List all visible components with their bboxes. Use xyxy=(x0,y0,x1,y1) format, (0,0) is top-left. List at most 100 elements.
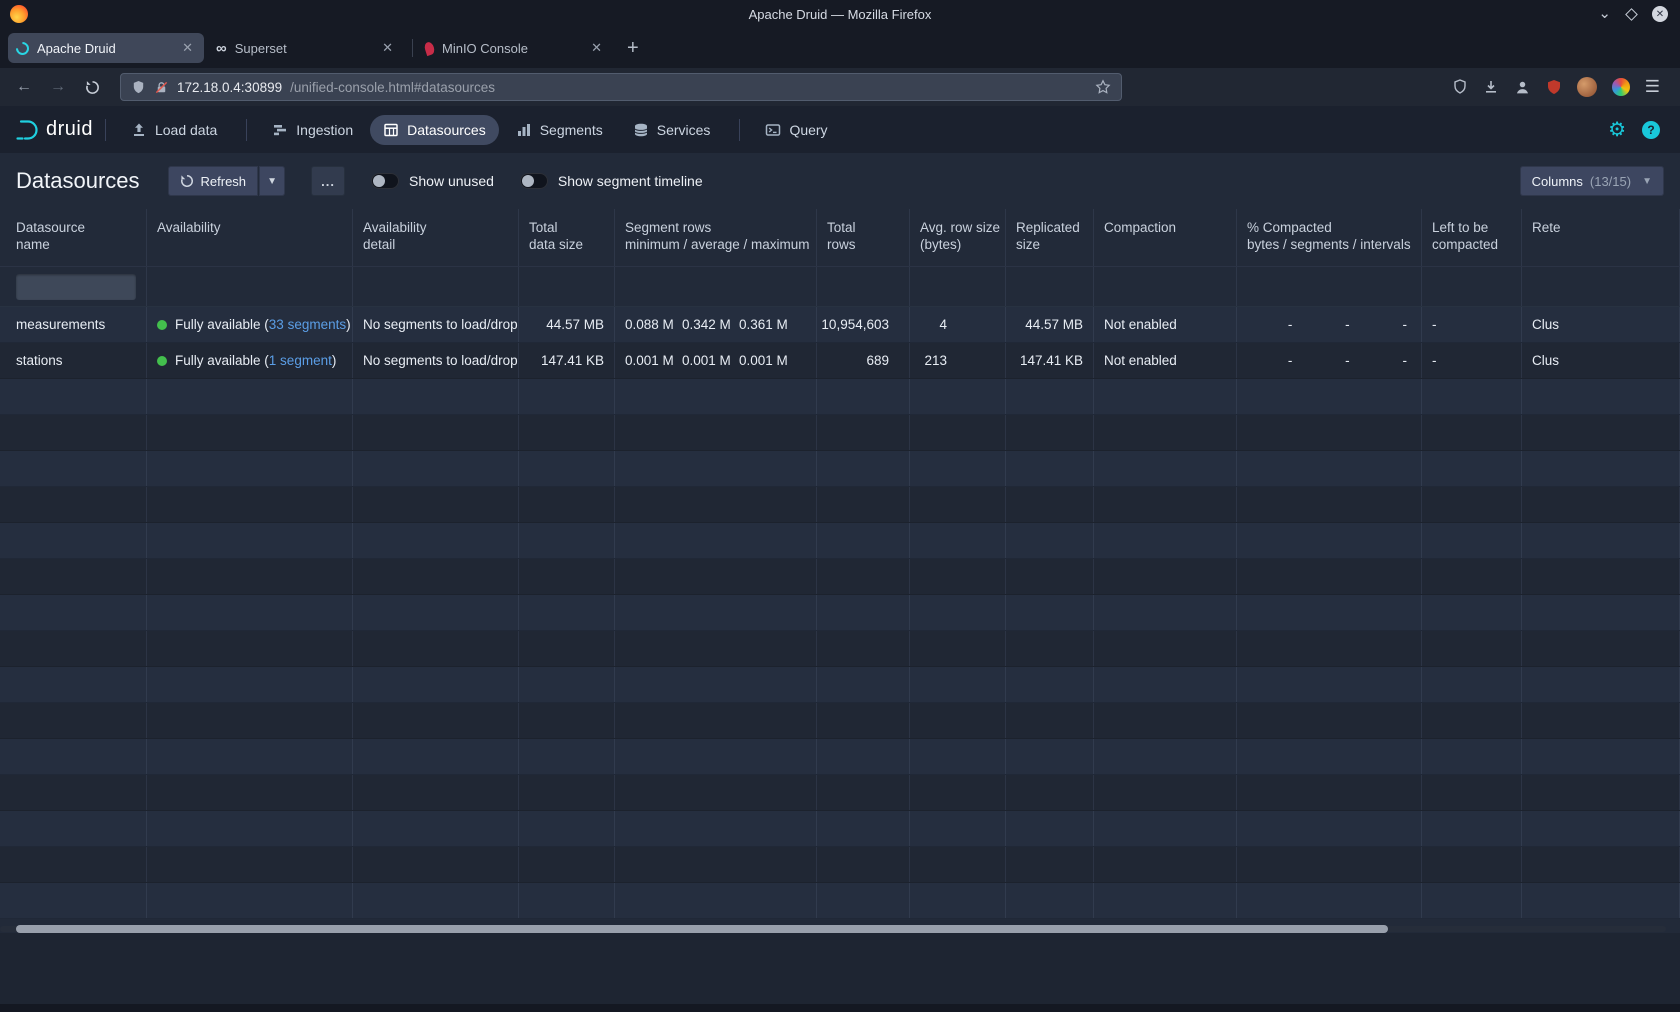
empty-cell xyxy=(615,739,817,774)
empty-cell xyxy=(910,379,1006,414)
refresh-label: Refresh xyxy=(201,174,247,189)
datasource-row[interactable]: stationsFully available (1 segment)No se… xyxy=(0,343,1680,379)
close-icon[interactable]: ✕ xyxy=(1652,6,1668,22)
empty-cell xyxy=(0,631,147,666)
menu-button[interactable]: ☰ xyxy=(1645,77,1660,97)
nav-datasources[interactable]: Datasources xyxy=(370,115,499,145)
nav-load-data[interactable]: Load data xyxy=(118,115,230,145)
refresh-dropdown-button[interactable]: ▼ xyxy=(259,166,285,196)
privacy-shield-icon[interactable] xyxy=(1452,79,1468,95)
empty-cell xyxy=(1237,487,1422,522)
column-header[interactable]: Totaldata size xyxy=(519,209,615,266)
empty-cell xyxy=(817,595,910,630)
segments-link[interactable]: 33 segments xyxy=(269,317,346,332)
brand-text: druid xyxy=(46,118,93,141)
column-header[interactable]: Avg. row size(bytes) xyxy=(910,209,1006,266)
column-header[interactable]: Rete xyxy=(1522,209,1680,266)
refresh-button[interactable]: Refresh xyxy=(168,166,259,196)
reload-button[interactable] xyxy=(78,73,106,101)
downloads-icon[interactable] xyxy=(1483,79,1499,95)
empty-row xyxy=(0,847,1680,883)
insecure-lock-icon[interactable] xyxy=(154,80,169,95)
empty-cell xyxy=(1006,487,1094,522)
column-header[interactable]: Availabilitydetail xyxy=(353,209,519,266)
filter-cell xyxy=(817,267,910,306)
show-segment-timeline-label: Show segment timeline xyxy=(558,173,703,189)
column-header[interactable]: % Compactedbytes / segments / intervals xyxy=(1237,209,1422,266)
tab-apache-druid[interactable]: Apache Druid ✕ xyxy=(8,33,204,63)
empty-cell xyxy=(353,667,519,702)
nav-ingestion[interactable]: Ingestion xyxy=(259,115,366,145)
empty-cell xyxy=(519,739,615,774)
empty-cell xyxy=(353,379,519,414)
tab-close-icon[interactable]: ✕ xyxy=(588,40,605,56)
segment-rows-cell: 0.088 M0.342 M0.361 M xyxy=(615,307,817,342)
empty-cell xyxy=(615,811,817,846)
empty-cell xyxy=(0,739,147,774)
ublock-icon[interactable] xyxy=(1546,79,1562,95)
empty-cell xyxy=(147,415,353,450)
tab-close-icon[interactable]: ✕ xyxy=(379,40,396,56)
empty-row xyxy=(0,379,1680,415)
empty-cell xyxy=(1237,847,1422,882)
column-header[interactable]: Replicatedsize xyxy=(1006,209,1094,266)
column-header[interactable]: Segment rowsminimum / average / maximum xyxy=(615,209,817,266)
total-rows-cell: 689 xyxy=(817,343,910,378)
datasource-filter-input[interactable] xyxy=(16,274,136,300)
column-header[interactable]: Totalrows xyxy=(817,209,910,266)
empty-cell xyxy=(519,883,615,918)
more-actions-button[interactable]: ... xyxy=(311,166,345,196)
nav-services[interactable]: Services xyxy=(620,115,724,145)
empty-row xyxy=(0,703,1680,739)
empty-cell xyxy=(910,811,1006,846)
horizontal-scrollbar[interactable] xyxy=(0,925,1680,933)
column-header[interactable]: Datasourcename xyxy=(0,209,147,266)
column-header[interactable]: Compaction xyxy=(1094,209,1237,266)
empty-cell xyxy=(147,451,353,486)
back-button[interactable]: ← xyxy=(10,73,38,101)
availability-cell: Fully available (1 segment) xyxy=(147,343,353,378)
datasource-row[interactable]: measurementsFully available (33 segments… xyxy=(0,307,1680,343)
tab-minio-console[interactable]: MinIO Console ✕ xyxy=(417,33,613,63)
empty-cell xyxy=(0,559,147,594)
empty-cell xyxy=(1422,883,1522,918)
new-tab-button[interactable]: + xyxy=(627,37,639,60)
divider xyxy=(246,119,247,141)
empty-cell xyxy=(1094,559,1237,594)
filter-cell xyxy=(1522,267,1680,306)
empty-cell xyxy=(615,847,817,882)
empty-cell xyxy=(1522,883,1680,918)
tab-separator xyxy=(412,39,413,57)
avg-row-size-cell: 213 xyxy=(910,343,1006,378)
nav-query[interactable]: Query xyxy=(752,115,840,145)
minimize-icon[interactable]: ⌄ xyxy=(1598,9,1611,19)
bookmark-star-icon[interactable] xyxy=(1095,79,1111,95)
tab-superset[interactable]: ∞ Superset ✕ xyxy=(208,33,404,63)
druid-logo[interactable]: druid xyxy=(14,117,93,143)
extension-icon[interactable] xyxy=(1612,78,1630,96)
filter-cell xyxy=(1094,267,1237,306)
segments-link[interactable]: 1 segment xyxy=(269,353,332,368)
table-body: measurementsFully available (33 segments… xyxy=(0,307,1680,919)
show-segment-timeline-toggle[interactable] xyxy=(520,173,548,189)
show-unused-toggle[interactable] xyxy=(371,173,399,189)
column-header[interactable]: Left to becompacted xyxy=(1422,209,1522,266)
url-bar[interactable]: 172.18.0.4:30899/unified-console.html#da… xyxy=(120,73,1122,101)
profile-avatar[interactable] xyxy=(1577,77,1597,97)
nav-segments[interactable]: Segments xyxy=(503,115,616,145)
column-header[interactable]: Availability xyxy=(147,209,353,266)
empty-cell xyxy=(147,631,353,666)
help-icon[interactable]: ? xyxy=(1642,121,1660,139)
forward-button[interactable]: → xyxy=(44,73,72,101)
toggle-knob xyxy=(373,175,385,187)
scrollbar-thumb[interactable] xyxy=(16,925,1388,933)
tab-close-icon[interactable]: ✕ xyxy=(179,40,196,56)
settings-gear-icon[interactable]: ⚙ xyxy=(1608,120,1626,140)
columns-button[interactable]: Columns (13/15) ▼ xyxy=(1520,166,1664,196)
compaction-cell: Not enabled xyxy=(1094,307,1237,342)
maximize-icon[interactable] xyxy=(1625,8,1638,21)
window-title: Apache Druid — Mozilla Firefox xyxy=(0,7,1680,22)
account-icon[interactable] xyxy=(1514,79,1531,96)
empty-cell xyxy=(1237,631,1422,666)
tracking-shield-icon[interactable] xyxy=(131,80,146,95)
